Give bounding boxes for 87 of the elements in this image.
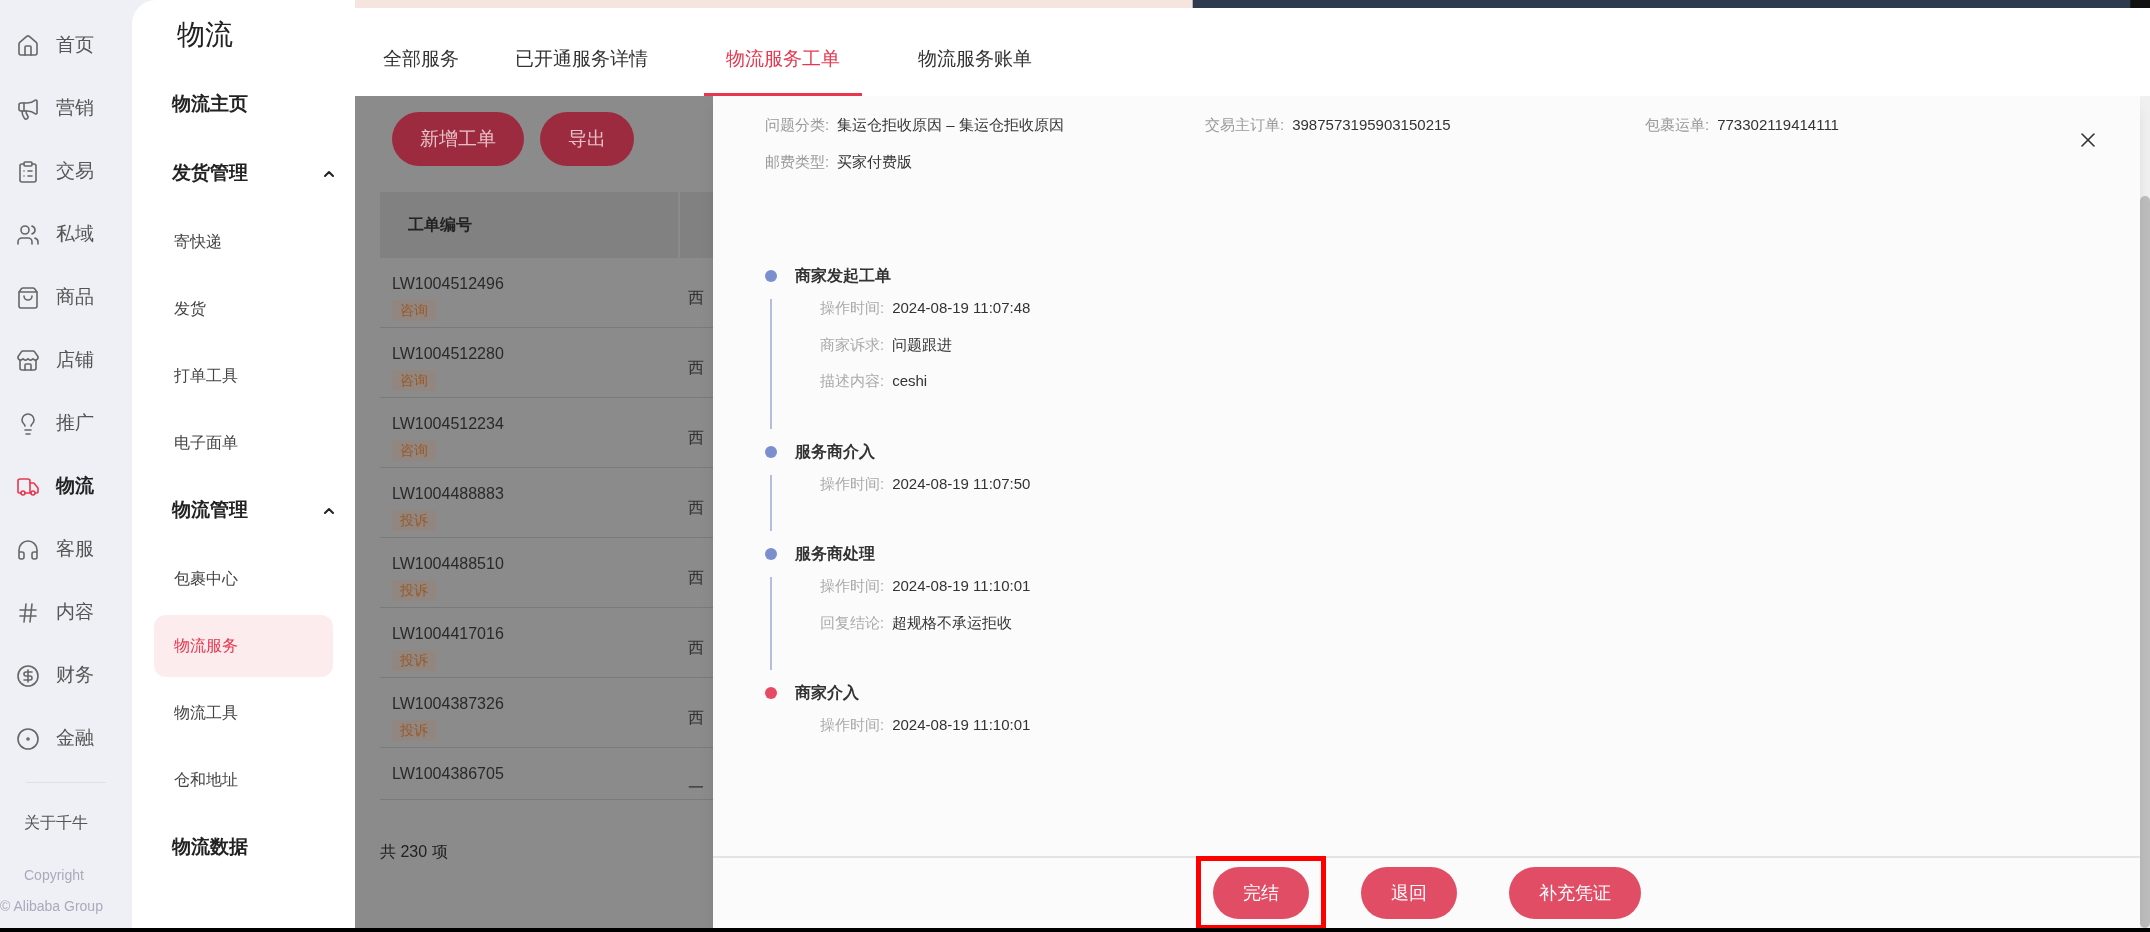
info-label: 交易主订单:: [1205, 115, 1285, 135]
sidebar-item[interactable]: 寄快递: [154, 210, 333, 273]
field-label: 操作时间:: [820, 298, 885, 318]
nav-item[interactable]: 金融: [0, 707, 132, 770]
table-cell-text: 西: [687, 708, 704, 728]
field-label: 操作时间:: [820, 473, 885, 494]
sidebar-title: 物流: [176, 18, 234, 52]
info-value: 集运仓拒收原因 – 集运仓拒收原因: [837, 115, 1064, 135]
nav-item[interactable]: 推广: [0, 392, 132, 455]
action-button[interactable]: 补充凭证: [1508, 867, 1641, 919]
ticket-tag: 咨询: [392, 440, 436, 461]
nav-item[interactable]: 财务: [0, 644, 132, 707]
sidebar-group[interactable]: 发货管理: [132, 139, 355, 208]
ticket-id: LW1004488510: [392, 554, 505, 574]
ticket-tag: 投诉: [392, 650, 436, 671]
sidebar-item[interactable]: 物流工具: [154, 681, 333, 744]
sidebar-group[interactable]: 物流管理: [132, 476, 355, 545]
toolbar-button[interactable]: 新增工单: [392, 112, 524, 166]
nav-item[interactable]: 首页: [0, 14, 132, 77]
field-label: 操作时间:: [820, 715, 885, 735]
ticket-id: LW1004417016: [392, 624, 505, 644]
info-value: 3987573195903150215: [1292, 115, 1451, 135]
action-button[interactable]: 退回: [1360, 867, 1457, 919]
tab[interactable]: 已开通服务详情: [515, 44, 648, 96]
sidebar-item[interactable]: 电子面单: [154, 411, 333, 474]
about-link[interactable]: 关于千牛: [0, 811, 132, 835]
sidebar-item[interactable]: 物流服务: [154, 614, 333, 677]
field-value: 2024-08-19 11:07:50: [892, 473, 1031, 494]
timeline-title: 商家介入: [795, 683, 859, 703]
ticket-tag: 投诉: [392, 510, 436, 531]
timeline-title: 商家发起工单: [795, 266, 891, 286]
nav-item[interactable]: 私域: [0, 203, 132, 266]
field-value: ceshi: [892, 371, 928, 391]
sidebar-item[interactable]: 物流数据: [132, 813, 355, 882]
table-cell-text: 西: [687, 568, 704, 588]
field-label: 商家诉求:: [820, 334, 885, 355]
ticket-id: LW1004512280: [392, 344, 505, 364]
ticket-id: LW1004512234: [392, 414, 505, 434]
sidebar-item[interactable]: 发货: [154, 277, 333, 340]
info-label: 包裹运单:: [1645, 115, 1710, 135]
table-cell-text: 西: [687, 358, 704, 378]
ticket-tag: 投诉: [392, 580, 436, 601]
sidebar-item[interactable]: 仓和地址: [154, 748, 333, 811]
ticket-tag: 咨询: [392, 370, 436, 391]
ticket-id: LW1004386705: [392, 764, 505, 784]
sidebar-item[interactable]: 物流主页: [132, 70, 355, 139]
field-value: 2024-08-19 11:10:01: [892, 715, 1031, 735]
info-label: 邮费类型:: [765, 151, 830, 172]
nav-item[interactable]: 内容: [0, 581, 132, 644]
field-value: 超规格不承运拒收: [892, 612, 1013, 633]
field-label: 回复结论:: [820, 612, 885, 633]
nav-item[interactable]: 交易: [0, 140, 132, 203]
field-value: 问题跟进: [892, 334, 953, 355]
sidebar-item[interactable]: 打单工具: [154, 344, 333, 407]
column-header: 工单编号: [380, 192, 680, 258]
company-text: © Alibaba Group: [0, 897, 104, 916]
info-value: 773302119414111: [1717, 115, 1839, 135]
toolbar-button[interactable]: 导出: [540, 112, 634, 166]
timeline-title: 服务商处理: [795, 544, 875, 564]
table-cell-text: 西: [687, 638, 704, 658]
field-value: 2024-08-19 11:07:48: [892, 298, 1031, 318]
table-cell-text: 西: [687, 498, 704, 518]
ticket-id: LW1004387326: [392, 694, 505, 714]
action-button[interactable]: 完结: [1212, 867, 1309, 919]
tab[interactable]: 全部服务: [383, 44, 459, 96]
field-value: 2024-08-19 11:10:01: [892, 576, 1031, 596]
table-cell-text: 西: [687, 428, 704, 448]
copyright-text: Copyright: [23, 866, 85, 885]
ticket-id: LW1004488883: [392, 484, 505, 504]
ticket-id: LW1004512496: [392, 274, 505, 294]
tab[interactable]: 物流服务账单: [918, 44, 1032, 96]
nav-item[interactable]: 物流: [0, 455, 132, 518]
total-count: 共 230 项: [380, 842, 449, 862]
nav-item[interactable]: 店铺: [0, 329, 132, 392]
table-cell-text: 西: [687, 288, 704, 308]
field-label: 描述内容:: [820, 371, 885, 391]
nav-item[interactable]: 营销: [0, 77, 132, 140]
ticket-tag: 投诉: [392, 720, 436, 741]
field-label: 操作时间:: [820, 576, 885, 596]
info-value: 买家付费版: [837, 151, 913, 172]
timeline-title: 服务商介入: [795, 441, 875, 462]
table-cell-text: 一: [687, 778, 704, 798]
ticket-tag: 咨询: [392, 300, 436, 321]
nav-item[interactable]: 商品: [0, 266, 132, 329]
sidebar-item[interactable]: 包裹中心: [154, 547, 333, 610]
nav-item[interactable]: 客服: [0, 518, 132, 581]
info-label: 问题分类:: [765, 115, 830, 135]
